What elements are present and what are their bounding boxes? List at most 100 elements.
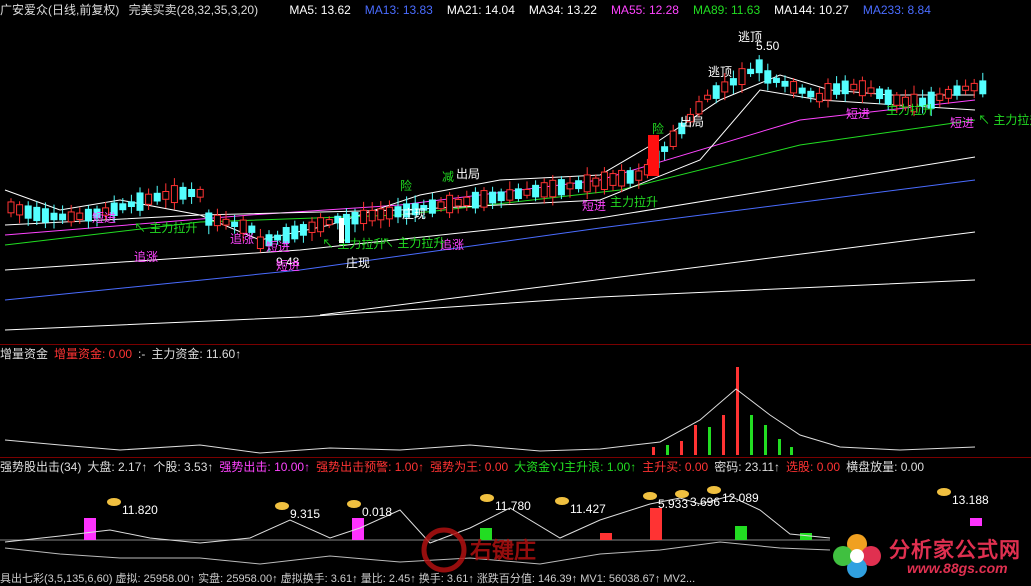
capital-bar (750, 415, 753, 455)
candle-body (609, 173, 617, 186)
signal-bar (600, 533, 612, 540)
candle-body (850, 83, 858, 91)
capital-bar (778, 439, 781, 455)
candle-body (291, 225, 299, 240)
candle-body (566, 182, 574, 190)
moving-average-line (4, 279, 976, 331)
chart-annotation: 短进 (92, 211, 116, 225)
signal-value-label: 11.427 (570, 502, 606, 516)
candle-body (944, 88, 952, 99)
signal-bar (970, 518, 982, 526)
moving-average-line (4, 99, 976, 236)
candle-body (618, 169, 626, 187)
candle-body (196, 188, 204, 198)
candle-body (841, 80, 849, 95)
chart-annotation: 庄现 (402, 206, 426, 221)
candle-body (600, 171, 608, 191)
chart-annotation: 减 (442, 170, 454, 184)
candle-body (489, 191, 497, 204)
candle-body (127, 201, 135, 208)
candle-body (833, 83, 841, 95)
candle-body (377, 208, 385, 221)
candle-body (626, 170, 634, 184)
gold-ingot-icon (643, 492, 657, 500)
signal-value-label: 13.188 (952, 493, 989, 507)
candle-body (712, 85, 720, 99)
gold-ingot-icon (480, 494, 494, 502)
candle-body (867, 87, 875, 94)
candle-body (790, 81, 798, 94)
candle-body (471, 191, 479, 209)
candle-body (798, 87, 806, 94)
candle-body (84, 208, 92, 222)
chart-annotation: 短进 (846, 107, 870, 121)
candle-body (738, 68, 746, 86)
candle-body (704, 94, 712, 100)
candle-body (815, 92, 823, 103)
chart-annotation: 出局 (680, 115, 704, 129)
candle-body (446, 194, 454, 214)
gold-ingot-icon (107, 498, 121, 506)
candle-body (325, 219, 333, 226)
candle-body (59, 213, 67, 221)
main-chart[interactable]: 逃顶5.50逃顶出局出局险减险庄现庄现9.48短进追涨短进追涨 追涨短进短进短进↖… (0, 0, 1031, 345)
candle-body (136, 192, 144, 211)
chart-annotation: ↖ 主力拉升 (134, 220, 197, 235)
chart-annotation: 逃顶 (708, 65, 732, 79)
brand-url: www.88gs.com (907, 560, 1008, 576)
candle-body (119, 203, 127, 211)
candle-body (317, 217, 325, 233)
candle-body (351, 212, 359, 225)
candle-body (170, 185, 178, 204)
candle-body (299, 224, 307, 236)
candle-body (532, 184, 540, 198)
candle-body (76, 212, 84, 220)
gold-ingot-icon (937, 488, 951, 496)
chart-annotation: 险 (400, 178, 412, 193)
candle-body (256, 236, 264, 250)
chart-annotation: 短进 (276, 259, 300, 273)
capital-bar (764, 425, 767, 455)
candle-body (772, 77, 780, 83)
marker-bar (339, 218, 344, 243)
candle-body (7, 201, 15, 214)
capital-bar (680, 441, 683, 455)
candle-body (385, 206, 393, 220)
gold-ingot-icon (275, 502, 289, 510)
candle-body (575, 180, 583, 190)
candle-body (635, 170, 643, 181)
signal-value-label: 0.018 (362, 505, 392, 519)
candle-body (583, 174, 591, 193)
signal-value-label: 5.933 (658, 497, 688, 511)
candle-body (962, 85, 970, 91)
candle-body (781, 80, 789, 87)
candle-body (824, 83, 832, 101)
candle-body (729, 78, 737, 86)
flower-icon (833, 534, 881, 578)
candle-body (721, 81, 729, 93)
capital-bar (666, 445, 669, 455)
candle-body (24, 205, 32, 219)
candle-body (480, 190, 488, 208)
site-logo: 分析家公式网 www.88gs.com (827, 530, 1027, 580)
candle-body (764, 70, 772, 84)
candle-body (514, 188, 522, 200)
candle-body (67, 211, 75, 223)
capital-flow-chart[interactable] (0, 345, 1031, 457)
signal-value-label: 3.696 (690, 495, 720, 509)
candle-body (145, 193, 153, 205)
candle-body (368, 209, 376, 222)
candle-body (179, 186, 187, 200)
marker-bar (345, 218, 350, 243)
candle-body-highlight (648, 135, 659, 176)
chart-annotation: 追涨 (134, 249, 158, 264)
candle-body (540, 182, 548, 198)
candle-body (953, 85, 961, 96)
candle-body (661, 146, 669, 152)
signal-line-secondary (4, 541, 831, 565)
candle-body (747, 68, 755, 75)
gold-ingot-icon (347, 500, 361, 508)
capital-bar (652, 447, 655, 455)
capital-flow-line (4, 388, 976, 454)
chart-annotation: 险 (652, 121, 664, 136)
